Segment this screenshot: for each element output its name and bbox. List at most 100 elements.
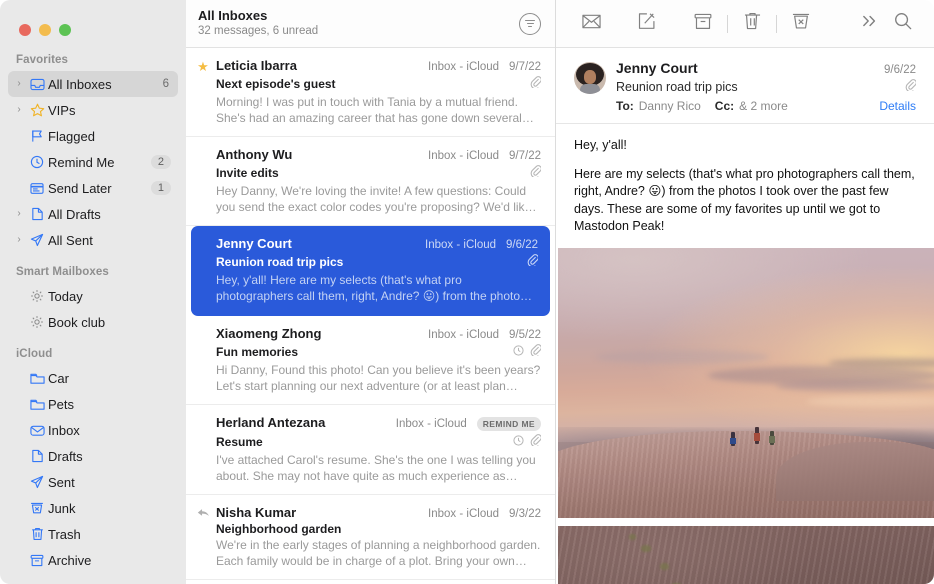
sidebar-item-car[interactable]: Car: [8, 365, 178, 391]
message-badges: [513, 433, 542, 451]
window-controls: [0, 0, 186, 42]
sidebar-item-remind-me[interactable]: Remind Me 2: [8, 149, 178, 175]
table-row[interactable]: Nisha Kumar Inbox - iCloud 9/3/22 Neighb…: [186, 495, 555, 580]
paperclip-icon: [527, 253, 539, 271]
message-subject: Reunion road trip pics: [616, 80, 738, 94]
message-row-mid: Invite edits: [216, 164, 542, 182]
photo-sky: [558, 247, 934, 442]
sidebar-item-archive[interactable]: Archive: [8, 547, 178, 573]
message-sender: Xiaomeng Zhong: [216, 326, 322, 341]
sidebar-item-inbox[interactable]: Inbox: [8, 417, 178, 443]
more-button[interactable]: [852, 9, 886, 39]
message-list-header-text: All Inboxes 32 messages, 6 unread: [198, 8, 519, 39]
sidebar-item-label: Trash: [48, 526, 81, 542]
chevron-right-icon[interactable]: ›: [12, 209, 26, 219]
clock-icon: [513, 433, 524, 451]
reading-pane: Jenny Court 9/6/22 Reunion road trip pic…: [556, 0, 934, 584]
search-button[interactable]: [886, 9, 920, 39]
cloud-band: [595, 350, 769, 364]
photo-plant: [640, 545, 651, 553]
message-row-mid: Fun memories: [216, 343, 542, 361]
sidebar-item-vips[interactable]: › VIPs: [8, 97, 178, 123]
message-row-top: Herland Antezana Inbox - iCloud REMIND M…: [216, 415, 541, 431]
sidebar-item-label: Pets: [48, 396, 75, 412]
sidebar-item-count: 2: [150, 155, 171, 169]
message-sender: Nisha Kumar: [216, 505, 297, 520]
sidebar-item-label: Junk: [48, 500, 76, 516]
sidebar-item-label: Send Later: [48, 180, 112, 196]
message-subject: Invite edits: [216, 166, 279, 180]
table-row[interactable]: Anthony Wu Inbox - iCloud 9/7/22 Invite …: [186, 137, 555, 226]
archive-button[interactable]: [686, 9, 720, 39]
message-badges: [527, 253, 539, 271]
send-later-icon: [26, 182, 48, 195]
message-sender-name: Jenny Court: [616, 60, 698, 76]
message-preview: Morning! I was put in touch with Tania b…: [216, 95, 522, 125]
delete-button[interactable]: [735, 9, 769, 39]
table-row[interactable]: Xiaomeng Zhong Inbox - iCloud 9/5/22 Fun…: [186, 316, 555, 405]
message-header-row-recipients: To: Danny Rico Cc: & 2 more Details: [616, 99, 916, 113]
sidebar-item-pets[interactable]: Pets: [8, 391, 178, 417]
photo-plant: [659, 562, 669, 570]
flag-icon: [26, 129, 48, 143]
chevron-right-icon[interactable]: ›: [12, 105, 26, 115]
sidebar-item-all-sent[interactable]: › All Sent: [8, 227, 178, 253]
envelope-icon: [581, 14, 601, 34]
sidebar-item-all-inboxes[interactable]: › All Inboxes 6: [8, 71, 178, 97]
to-label: To:: [616, 99, 634, 113]
mail-window: Favorites › All Inboxes 6 › VIPs Flagged…: [0, 0, 934, 584]
sidebar-item-send-later[interactable]: Send Later 1: [8, 175, 178, 201]
message-subject: Next episode's guest: [216, 77, 336, 91]
message-header-row-subject: Reunion road trip pics: [616, 78, 917, 96]
photo-sunset-ridge[interactable]: [558, 247, 934, 518]
gear-icon: [26, 315, 48, 329]
to-value[interactable]: Danny Rico: [639, 99, 701, 113]
sidebar-item-junk[interactable]: Junk: [8, 495, 178, 521]
message-row-mid: Reunion road trip pics: [216, 253, 539, 271]
message-row-top: Xiaomeng Zhong Inbox - iCloud 9/5/22: [216, 326, 541, 341]
chevron-double-right-icon: [861, 14, 878, 33]
sidebar-item-today[interactable]: Today: [8, 283, 178, 309]
minimize-button[interactable]: [39, 24, 51, 36]
junk-button[interactable]: [784, 9, 818, 39]
sidebar-item-label: Today: [48, 288, 83, 304]
sidebar-item-count: 1: [150, 181, 171, 195]
filter-icon[interactable]: [519, 12, 541, 35]
message-subject: Neighborhood garden: [216, 522, 342, 536]
clock-icon: [513, 343, 524, 361]
details-link[interactable]: Details: [879, 99, 916, 113]
sidebar-item-trash[interactable]: Trash: [8, 521, 178, 547]
message-date: 9/7/22: [509, 150, 541, 162]
message-badges: [530, 75, 542, 93]
message-preview: Hey Danny, We're loving the invite! A fe…: [216, 184, 532, 214]
photo-rock-surface[interactable]: [558, 525, 934, 584]
paperclip-icon: [905, 78, 917, 96]
compose-button[interactable]: [630, 9, 664, 39]
zoom-button[interactable]: [59, 24, 71, 36]
cc-value[interactable]: & 2 more: [739, 99, 788, 113]
sidebar-item-label: Remind Me: [48, 154, 115, 170]
sidebar-item-book-club[interactable]: Book club: [8, 309, 178, 335]
table-row[interactable]: Herland Antezana Inbox - iCloud REMIND M…: [186, 405, 555, 495]
sidebar-item-label: Inbox: [48, 422, 80, 438]
photo-figure: [769, 431, 776, 446]
close-button[interactable]: [19, 24, 31, 36]
table-row[interactable]: Rigo Rangel Inbox - iCloud 9/2/22 Park P…: [186, 580, 555, 584]
chevron-right-icon[interactable]: ›: [12, 235, 26, 245]
cc-label: Cc:: [714, 99, 735, 113]
sidebar-item-count: 6: [162, 78, 169, 90]
toolbar-divider: [776, 14, 777, 33]
sidebar-item-flagged[interactable]: Flagged: [8, 123, 178, 149]
avatar: [574, 62, 606, 94]
message-date: 9/6/22: [506, 239, 538, 251]
message-header-fields: Jenny Court 9/6/22 Reunion road trip pic…: [616, 60, 917, 113]
sidebar-item-all-drafts[interactable]: › All Drafts: [8, 201, 178, 227]
chevron-right-icon[interactable]: ›: [12, 79, 26, 89]
table-row[interactable]: ★ Leticia Ibarra Inbox - iCloud 9/7/22 N…: [186, 48, 555, 137]
sidebar-item-sent[interactable]: Sent: [8, 469, 178, 495]
sidebar-item-drafts[interactable]: Drafts: [8, 443, 178, 469]
page-title: All Inboxes: [198, 8, 268, 23]
mark-unread-button[interactable]: [574, 9, 608, 39]
junk-icon: [792, 12, 810, 35]
table-row-selected[interactable]: Jenny Court Inbox - iCloud 9/6/22 Reunio…: [191, 226, 550, 316]
